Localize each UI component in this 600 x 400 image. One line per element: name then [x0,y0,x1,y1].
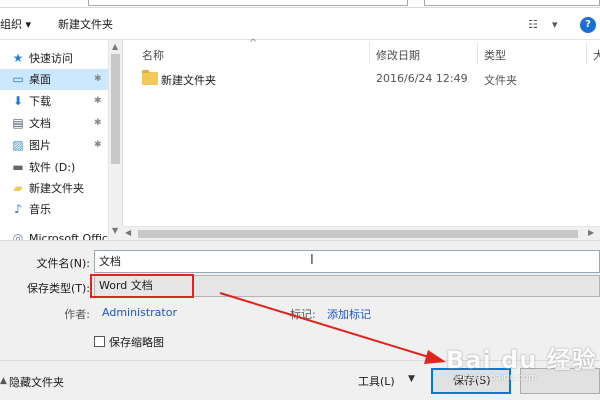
tags-label: 标记: [290,308,316,321]
file-list: 名称 ^ 修改日期 类型 大 新建文件夹 2016/6/24 12:49 文件夹 [122,38,600,226]
scroll-left-icon[interactable]: ◀ [125,228,131,237]
address-bar[interactable] [88,0,408,6]
column-header-type[interactable]: 类型 [484,47,506,63]
nav-item-pictures[interactable]: ▨ 图片 ✱ [0,135,108,156]
column-header-size[interactable]: 大 [593,47,600,63]
horizontal-scrollbar[interactable]: ◀ ▶ [122,226,600,240]
nav-item-label: 文档 [29,117,51,130]
nav-item-label: 音乐 [29,203,51,216]
save-thumbnail-checkbox[interactable] [94,336,105,347]
nav-item-microsoft-office[interactable]: ◎ Microsoft Office [0,228,115,241]
column-separator[interactable] [586,42,587,64]
office-icon: ◎ [12,231,24,241]
nav-item-desktop[interactable]: ▭ 桌面 ✱ [0,69,108,90]
organize-button[interactable]: 组织 ▾ [0,16,31,34]
pin-icon: ✱ [94,140,102,150]
scroll-right-icon[interactable]: ▶ [588,228,594,237]
pin-icon: ✱ [94,74,102,84]
add-tags-link[interactable]: 添加标记 [327,306,371,322]
filetype-highlight-box [90,274,194,298]
nav-item-music[interactable]: ♪ 音乐 [0,199,108,220]
tools-button[interactable]: 工具(L) [358,373,395,391]
filetype-label: 保存类型(T): [26,282,90,295]
nav-item-label: 快速访问 [29,52,73,65]
view-dropdown-caret[interactable]: ▾ [552,16,558,34]
author-value[interactable]: Administrator [102,306,177,319]
scroll-down-icon[interactable]: ▼ [112,226,118,235]
pin-icon: ✱ [94,118,102,128]
file-name: 新建文件夹 [161,74,216,87]
nav-item-label: 下载 [29,95,51,108]
nav-item-downloads[interactable]: ⬇ 下载 ✱ [0,91,108,112]
search-box[interactable] [424,0,600,6]
nav-item-label: Microsoft Office [29,232,115,240]
drive-icon: ▬ [12,160,24,174]
nav-item-label: 新建文件夹 [29,182,84,195]
help-icon[interactable]: ? [580,17,596,33]
collapse-icon[interactable]: ▲ [0,376,7,386]
star-icon: ★ [12,51,24,65]
music-icon: ♪ [14,202,22,216]
nav-item-drive-d[interactable]: ▬ 软件 (D:) [0,157,108,178]
column-header-modified[interactable]: 修改日期 [376,47,420,63]
watermark-url: jingyan.baidu.com [454,373,538,383]
folder-icon: ▰ [13,181,23,195]
new-folder-button[interactable]: 新建文件夹 [58,16,113,34]
nav-item-quick-access[interactable]: ★ 快速访问 [0,48,108,69]
desktop-icon: ▭ [12,72,24,86]
file-modified: 2016/6/24 12:49 [376,72,468,85]
file-row[interactable]: 新建文件夹 2016/6/24 12:49 文件夹 [123,68,600,90]
nav-item-label: 桌面 [29,73,51,86]
picture-icon: ▨ [12,138,24,152]
nav-item-documents[interactable]: ▤ 文档 ✱ [0,113,108,134]
horizontal-scroll-thumb[interactable] [138,230,578,238]
pin-icon: ✱ [94,96,102,106]
watermark-logo-text: Bai du 经验 [446,346,597,374]
file-type: 文件夹 [484,74,517,87]
nav-item-label: 图片 [29,139,51,152]
nav-item-label: 软件 (D:) [29,161,76,174]
save-thumbnail-label[interactable]: 保存缩略图 [109,334,164,350]
filename-label: 文件名(N): [36,257,90,270]
column-separator[interactable] [369,42,370,64]
column-header-name[interactable]: 名称 [142,47,164,63]
nav-item-new-folder[interactable]: ▰ 新建文件夹 [0,178,108,199]
baidu-watermark: Bai du 经验 jingyan.baidu.com [440,340,600,390]
toolbar: 组织 ▾ 新建文件夹 ☷ ▾ ? [0,8,600,40]
column-separator[interactable] [477,42,478,64]
nav-scrollbar[interactable]: ▲ ▼ [108,40,122,240]
navigation-pane: ★ 快速访问 ▭ 桌面 ✱ ⬇ 下载 ✱ ▤ 文档 ✱ ▨ 图片 ✱ ▬ 软件 … [0,40,122,240]
author-label: 作者: [64,308,90,321]
folder-icon [142,70,158,85]
document-icon: ▤ [12,116,24,130]
tools-dropdown-icon[interactable]: ▼ [408,374,415,384]
nav-scroll-thumb[interactable] [111,54,120,164]
scroll-up-icon[interactable]: ▲ [112,42,118,51]
download-icon: ⬇ [12,94,24,108]
sort-arrow-icon: ^ [249,38,258,49]
text-cursor-icon: I [310,253,314,268]
filename-input[interactable]: 文档 [94,250,600,273]
hide-folders-button[interactable]: 隐藏文件夹 [9,374,64,390]
